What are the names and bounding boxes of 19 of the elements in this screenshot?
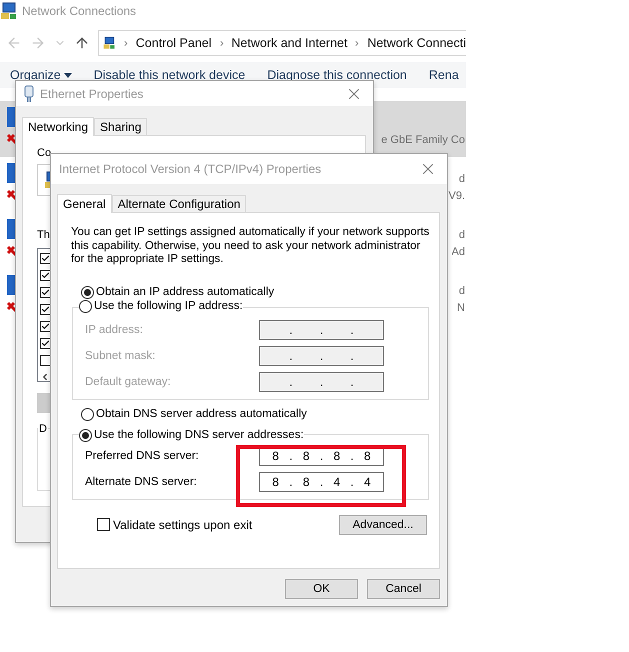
field-label: IP address: (85, 324, 143, 336)
section-label: Th (37, 228, 50, 242)
adapter-detail: Ad (452, 245, 465, 260)
adapter-detail: d (458, 172, 465, 187)
field-label: Preferred DNS server: (85, 450, 199, 462)
adapter-detail: d (458, 284, 465, 299)
field-label: Subnet mask: (85, 350, 156, 362)
intro-text: You can get IP settings assigned automatically if your network supports this capability. Otherwise, you need to ask your network administrator for the appropriate IP settings. (71, 226, 430, 266)
adapter-detail: e GbE Family Co (381, 133, 465, 148)
adapter-detail: V9. (448, 189, 465, 204)
dialog-title: Ethernet Properties (40, 86, 144, 100)
adapter-detail: d (458, 228, 465, 243)
field-label: Default gateway: (85, 376, 171, 388)
adapter-detail: N (457, 301, 465, 316)
dialog-title: Internet Protocol Version 4 (TCP/IPv4) Properties (59, 162, 322, 176)
window-title: Network Connections (22, 4, 136, 18)
group-label: D (39, 423, 47, 435)
section-label: Co (37, 146, 52, 160)
field-label: Alternate DNS server: (85, 476, 197, 488)
